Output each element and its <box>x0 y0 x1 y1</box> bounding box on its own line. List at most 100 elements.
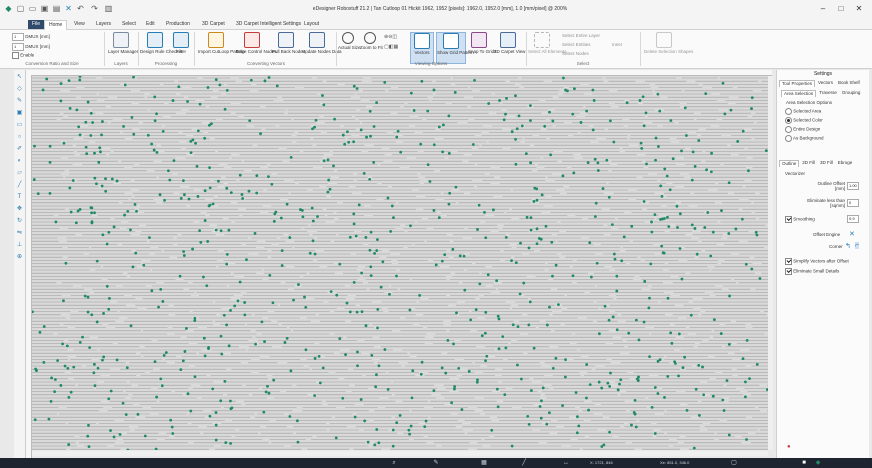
tab-select[interactable]: Select <box>118 20 140 29</box>
select-nodes[interactable]: Select Nodes <box>562 51 589 56</box>
grid-taskbar-icon[interactable]: ▦ <box>480 459 488 467</box>
import-cutloop-button[interactable]: Import CutLoop Pattern <box>198 32 245 62</box>
radio[interactable] <box>785 135 792 142</box>
select-all-elements-button[interactable]: Select All Elements <box>528 32 567 62</box>
corner-round-icon[interactable]: ↰ <box>845 242 851 250</box>
tab-layers[interactable]: Layers <box>92 20 115 29</box>
search-icon[interactable]: ⌕ <box>390 459 398 467</box>
eraser-tool-icon[interactable]: ▱ <box>16 170 23 177</box>
ratio-y-input[interactable]: 1 <box>12 43 24 51</box>
pull-back-nodes-button[interactable]: Pull Back Nodes <box>272 32 305 62</box>
undo-icon[interactable]: ↶ <box>76 4 85 14</box>
option-selected-area[interactable]: Selected Area <box>785 108 821 115</box>
pen-taskbar-icon[interactable]: ✎ <box>432 459 440 467</box>
tab-tool-properties[interactable]: Tool Properties <box>779 80 816 87</box>
enable-checkbox[interactable] <box>12 52 19 59</box>
fill-tool-icon[interactable]: ◐ <box>16 158 23 165</box>
option-entire-design[interactable]: Entire Design <box>785 126 820 133</box>
arrow-taskbar-icon[interactable]: ↔ <box>562 459 570 467</box>
delete-selection-shapes-button[interactable]: Delete Selection Shapes <box>644 32 693 62</box>
node-tool-icon[interactable]: ◇ <box>16 86 23 93</box>
area-select-tool-icon[interactable]: ▣ <box>16 110 23 117</box>
tab-grouping[interactable]: Grouping <box>840 90 863 96</box>
line-taskbar-icon[interactable]: ╱ <box>520 459 528 467</box>
tab-production[interactable]: Production <box>162 20 194 29</box>
window-taskbar-icon[interactable]: ▢ <box>730 459 738 467</box>
eliminate-input[interactable]: 0 <box>847 199 859 207</box>
zoom-tool-icon[interactable]: ⊕ <box>16 254 23 261</box>
option-as-background[interactable]: As Background <box>785 135 824 142</box>
app-taskbar-icon[interactable]: ■ <box>800 459 808 467</box>
tab-vectors[interactable]: Vectors <box>816 80 835 86</box>
tab-file[interactable]: File <box>28 20 45 29</box>
tab-outline[interactable]: Outline <box>779 160 800 167</box>
radio[interactable] <box>785 126 792 133</box>
edge-control-nodes-button[interactable]: Edge Control Nodes <box>236 32 277 62</box>
open-icon[interactable]: ▭ <box>28 4 37 14</box>
filter-button[interactable]: Filter <box>172 32 190 62</box>
design-canvas[interactable] <box>32 76 768 450</box>
radio[interactable] <box>785 117 792 124</box>
design-rule-checker-button[interactable]: Design Rule Checker <box>140 32 183 62</box>
smoothing-checkbox[interactable] <box>785 216 792 223</box>
smoothing-input[interactable]: 0.9 <box>847 215 859 223</box>
ratio-x-input[interactable]: 1 <box>12 33 24 41</box>
line-tool-icon[interactable]: ╱ <box>16 182 23 189</box>
tab-home[interactable]: Home <box>44 20 68 30</box>
zoom-to-fit-button[interactable]: Zoom to Fit <box>360 32 383 62</box>
snap-to-grids-button[interactable]: Snap To Grids <box>468 32 496 62</box>
measure-tool-icon[interactable]: ⊥ <box>16 242 23 249</box>
maximize-button[interactable]: □ <box>832 3 850 15</box>
close-button[interactable]: ✕ <box>850 3 868 15</box>
tab-edit[interactable]: Edit <box>142 20 159 29</box>
horizontal-scrollbar[interactable] <box>32 451 768 456</box>
enable-checkbox-row[interactable]: Enable <box>12 52 34 59</box>
select-entire-layer[interactable]: Select Entire Layer <box>562 33 600 38</box>
eliminate-small-checkbox-row[interactable]: Eliminate Small Details <box>785 268 839 275</box>
close-doc-icon[interactable]: ✕ <box>64 4 73 14</box>
app2-taskbar-icon[interactable]: ◆ <box>814 459 822 467</box>
corner-sharp-icon[interactable]: ⌐ <box>855 242 860 249</box>
radio[interactable] <box>785 108 792 115</box>
eliminate-small-checkbox[interactable] <box>785 268 792 275</box>
zoom-small-icons[interactable]: ⊕⊖◫ <box>384 34 397 40</box>
brush-tool-icon[interactable]: ✐ <box>16 146 23 153</box>
save-as-icon[interactable]: ▤ <box>52 4 61 14</box>
tab-traverse[interactable]: Traverse <box>817 90 839 96</box>
new-file-icon[interactable]: ▢ <box>16 4 25 14</box>
tab-layout[interactable]: Layout <box>300 20 323 29</box>
view-small-icons[interactable]: ▢◧▦ <box>384 44 398 50</box>
update-nodes-data-button[interactable]: Update Nodes Data <box>302 32 342 62</box>
mirror-tool-icon[interactable]: ⇋ <box>16 230 23 237</box>
tab-book-shelf[interactable]: Book Shelf <box>836 80 862 86</box>
text-tool-icon[interactable]: T <box>16 194 23 201</box>
smoothing-checkbox-row[interactable]: Smoothing <box>785 216 815 223</box>
actual-size-button[interactable]: Actual Size <box>338 32 361 62</box>
tab-ebroge[interactable]: Ebroge <box>836 160 855 166</box>
vertical-scrollbar[interactable] <box>768 76 773 450</box>
pen-tool-icon[interactable]: ✎ <box>16 98 23 105</box>
tab-2d-fill[interactable]: 2D Fill <box>800 160 817 166</box>
select-inner[interactable]: Inner <box>612 42 622 47</box>
layer-manager-button[interactable]: Layer Manager <box>108 32 138 62</box>
tab-area-selection[interactable]: Area Selection <box>781 90 817 97</box>
3d-carpet-view-button[interactable]: 3D Carpet View <box>494 32 525 62</box>
tab-3d-carpet[interactable]: 3D Carpet <box>198 20 229 29</box>
move-tool-icon[interactable]: ✥ <box>16 206 23 213</box>
redo-icon[interactable]: ↷ <box>90 4 99 14</box>
save-icon[interactable]: ▣ <box>40 4 49 14</box>
option-selected-color[interactable]: Selected Color <box>785 117 823 124</box>
tab-3d-fill[interactable]: 3D Fill <box>818 160 835 166</box>
simplify-checkbox[interactable] <box>785 258 792 265</box>
simplify-checkbox-row[interactable]: Simplify Vectors after Offset <box>785 258 849 265</box>
minimize-button[interactable]: – <box>814 3 832 15</box>
show-grid-pattern-toggle[interactable]: Show Grid Pattern <box>436 32 474 64</box>
rectangle-tool-icon[interactable]: ▭ <box>16 122 23 129</box>
rotate-tool-icon[interactable]: ↻ <box>16 218 23 225</box>
tab-3d-carpet-settings[interactable]: 3D Carpet Intelligent Settings <box>232 20 305 29</box>
ellipse-tool-icon[interactable]: ○ <box>16 134 23 141</box>
offset-engine-icon[interactable]: ✕ <box>849 230 855 238</box>
select-entities[interactable]: Select Entities <box>562 42 591 47</box>
pointer-tool-icon[interactable]: ↖ <box>16 74 23 81</box>
outline-offset-input[interactable]: 1.00 <box>847 182 859 190</box>
